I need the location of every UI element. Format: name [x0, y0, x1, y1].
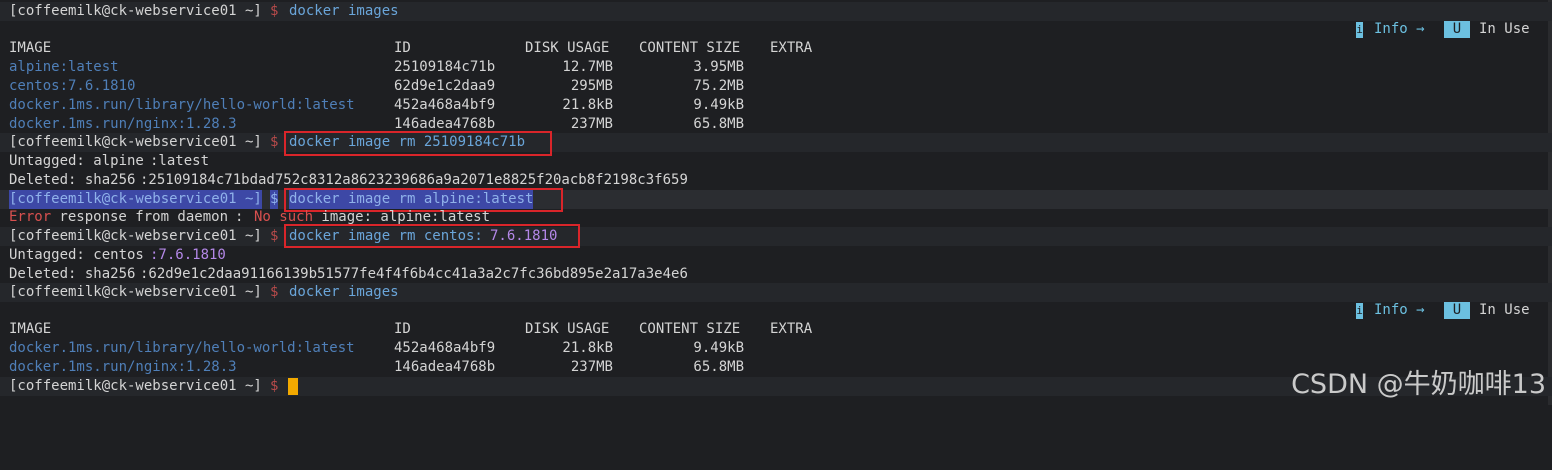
col-extra-header: EXTRA	[770, 321, 813, 337]
terminal-line: [coffeemilk@ck-webservice01 ~] $ docker …	[0, 283, 1552, 302]
in-use-icon: U	[1444, 21, 1470, 38]
prompt-symbol: $	[270, 190, 279, 209]
image-name: docker.1ms.run/library/hello-world:lates…	[9, 340, 355, 356]
col-id-header: ID	[394, 40, 411, 56]
watermark: CSDN @牛奶咖啡13	[1291, 369, 1546, 400]
shell-prompt: [coffeemilk@ck-webservice01 ~]	[9, 190, 262, 209]
table-row: alpine:latest 25109184c71b 12.7MB 3.95MB	[0, 58, 1552, 77]
col-disk-header: DISK USAGE	[525, 321, 610, 337]
shell-prompt: [coffeemilk@ck-webservice01 ~]	[9, 3, 262, 19]
terminal-line: Untagged: alpine :latest	[0, 152, 1552, 171]
col-content-header: CONTENT SIZE	[639, 40, 741, 56]
col-id-header: ID	[394, 321, 411, 337]
table-header: IMAGE ID DISK USAGE CONTENT SIZE EXTRA	[0, 39, 1552, 58]
info-icon: i	[1356, 22, 1363, 38]
disk-usage: 295MB	[570, 78, 613, 94]
content-size: 65.8MB	[693, 116, 744, 132]
output-tag: :7.6.1810	[150, 247, 226, 263]
info-icon: i	[1356, 303, 1363, 319]
shell-prompt: [coffeemilk@ck-webservice01 ~]	[9, 228, 262, 244]
highlight-box	[284, 224, 580, 248]
content-size: 75.2MB	[693, 78, 744, 94]
image-name: docker.1ms.run/library/hello-world:lates…	[9, 97, 355, 113]
table-row: docker.1ms.run/nginx:1.28.3 146adea4768b…	[0, 115, 1552, 134]
content-size: 9.49kB	[693, 97, 744, 113]
output-text: :62d9e1c2daa91166139b51577fe4f4f6b4cc41a…	[140, 266, 688, 282]
terminal-line: Deleted: sha256 :25109184c71bdad752c8312…	[0, 171, 1552, 190]
command-text: docker images	[289, 3, 399, 19]
in-use-icon: U	[1444, 302, 1470, 319]
disk-usage: 237MB	[570, 359, 613, 375]
output-text: Deleted: sha256	[9, 172, 136, 188]
col-disk-header: DISK USAGE	[525, 40, 610, 56]
disk-usage: 12.7MB	[562, 59, 613, 75]
image-id: 146adea4768b	[394, 359, 496, 375]
terminal-window[interactable]: [coffeemilk@ck-webservice01 ~] $ docker …	[0, 0, 1552, 405]
in-use-label: In Use	[1479, 21, 1530, 37]
image-name: alpine:latest	[9, 59, 119, 75]
image-id: 25109184c71b	[394, 59, 496, 75]
content-size: 9.49kB	[693, 340, 744, 356]
output-text: Untagged: alpine	[9, 153, 144, 169]
terminal-line: [coffeemilk@ck-webservice01 ~] $ docker …	[0, 227, 1552, 246]
terminal-line: [coffeemilk@ck-webservice01 ~] $ docker …	[0, 190, 1552, 209]
prompt-symbol: $	[270, 228, 279, 244]
error-text: Error	[9, 209, 52, 225]
table-row: docker.1ms.run/library/hello-world:lates…	[0, 96, 1552, 115]
table-header: IMAGE ID DISK USAGE CONTENT SIZE EXTRA	[0, 320, 1552, 339]
disk-usage: 237MB	[570, 116, 613, 132]
image-name: docker.1ms.run/nginx:1.28.3	[9, 116, 237, 132]
col-extra-header: EXTRA	[770, 40, 813, 56]
output-text: Untagged: centos	[9, 247, 144, 263]
terminal-line: Deleted: sha256 :62d9e1c2daa91166139b515…	[0, 265, 1552, 284]
prompt-symbol: $	[270, 3, 279, 19]
col-image-header: IMAGE	[9, 40, 52, 56]
prompt-symbol: $	[270, 284, 279, 300]
terminal-line: Error response from daemon : No such ima…	[0, 208, 1552, 227]
terminal-line: [coffeemilk@ck-webservice01 ~] $ docker …	[0, 133, 1552, 152]
terminal-line: [coffeemilk@ck-webservice01 ~] $ docker …	[0, 2, 1552, 21]
table-row: centos:7.6.1810 62d9e1c2daa9 295MB 75.2M…	[0, 77, 1552, 96]
output-text: response from daemon	[51, 209, 229, 225]
in-use-label: In Use	[1479, 302, 1530, 318]
prompt-symbol: $	[270, 134, 279, 150]
info-label: Info →	[1374, 21, 1425, 37]
shell-prompt: [coffeemilk@ck-webservice01 ~]	[9, 284, 262, 300]
output-text: :25109184c71bdad752c8312a8623239686a9a20…	[140, 172, 688, 188]
disk-usage: 21.8kB	[562, 340, 613, 356]
disk-usage: 21.8kB	[562, 97, 613, 113]
terminal-line: Untagged: centos :7.6.1810	[0, 246, 1552, 265]
image-id: 452a468a4bf9	[394, 97, 496, 113]
col-image-header: IMAGE	[9, 321, 52, 337]
text-cursor[interactable]	[288, 378, 298, 395]
shell-prompt: [coffeemilk@ck-webservice01 ~]	[9, 378, 262, 394]
command-text: docker images	[289, 284, 399, 300]
image-name: centos:7.6.1810	[9, 78, 136, 94]
table-row: docker.1ms.run/library/hello-world:lates…	[0, 339, 1552, 358]
output-text: :latest	[150, 153, 210, 169]
content-size: 65.8MB	[693, 359, 744, 375]
image-id: 62d9e1c2daa9	[394, 78, 496, 94]
output-text: Deleted: sha256	[9, 266, 136, 282]
shell-prompt: [coffeemilk@ck-webservice01 ~]	[9, 134, 262, 150]
image-name: docker.1ms.run/nginx:1.28.3	[9, 359, 237, 375]
output-text: :	[235, 209, 252, 225]
col-content-header: CONTENT SIZE	[639, 321, 741, 337]
content-size: 3.95MB	[693, 59, 744, 75]
info-label: Info →	[1374, 302, 1425, 318]
image-id: 452a468a4bf9	[394, 340, 496, 356]
prompt-symbol: $	[270, 378, 279, 394]
